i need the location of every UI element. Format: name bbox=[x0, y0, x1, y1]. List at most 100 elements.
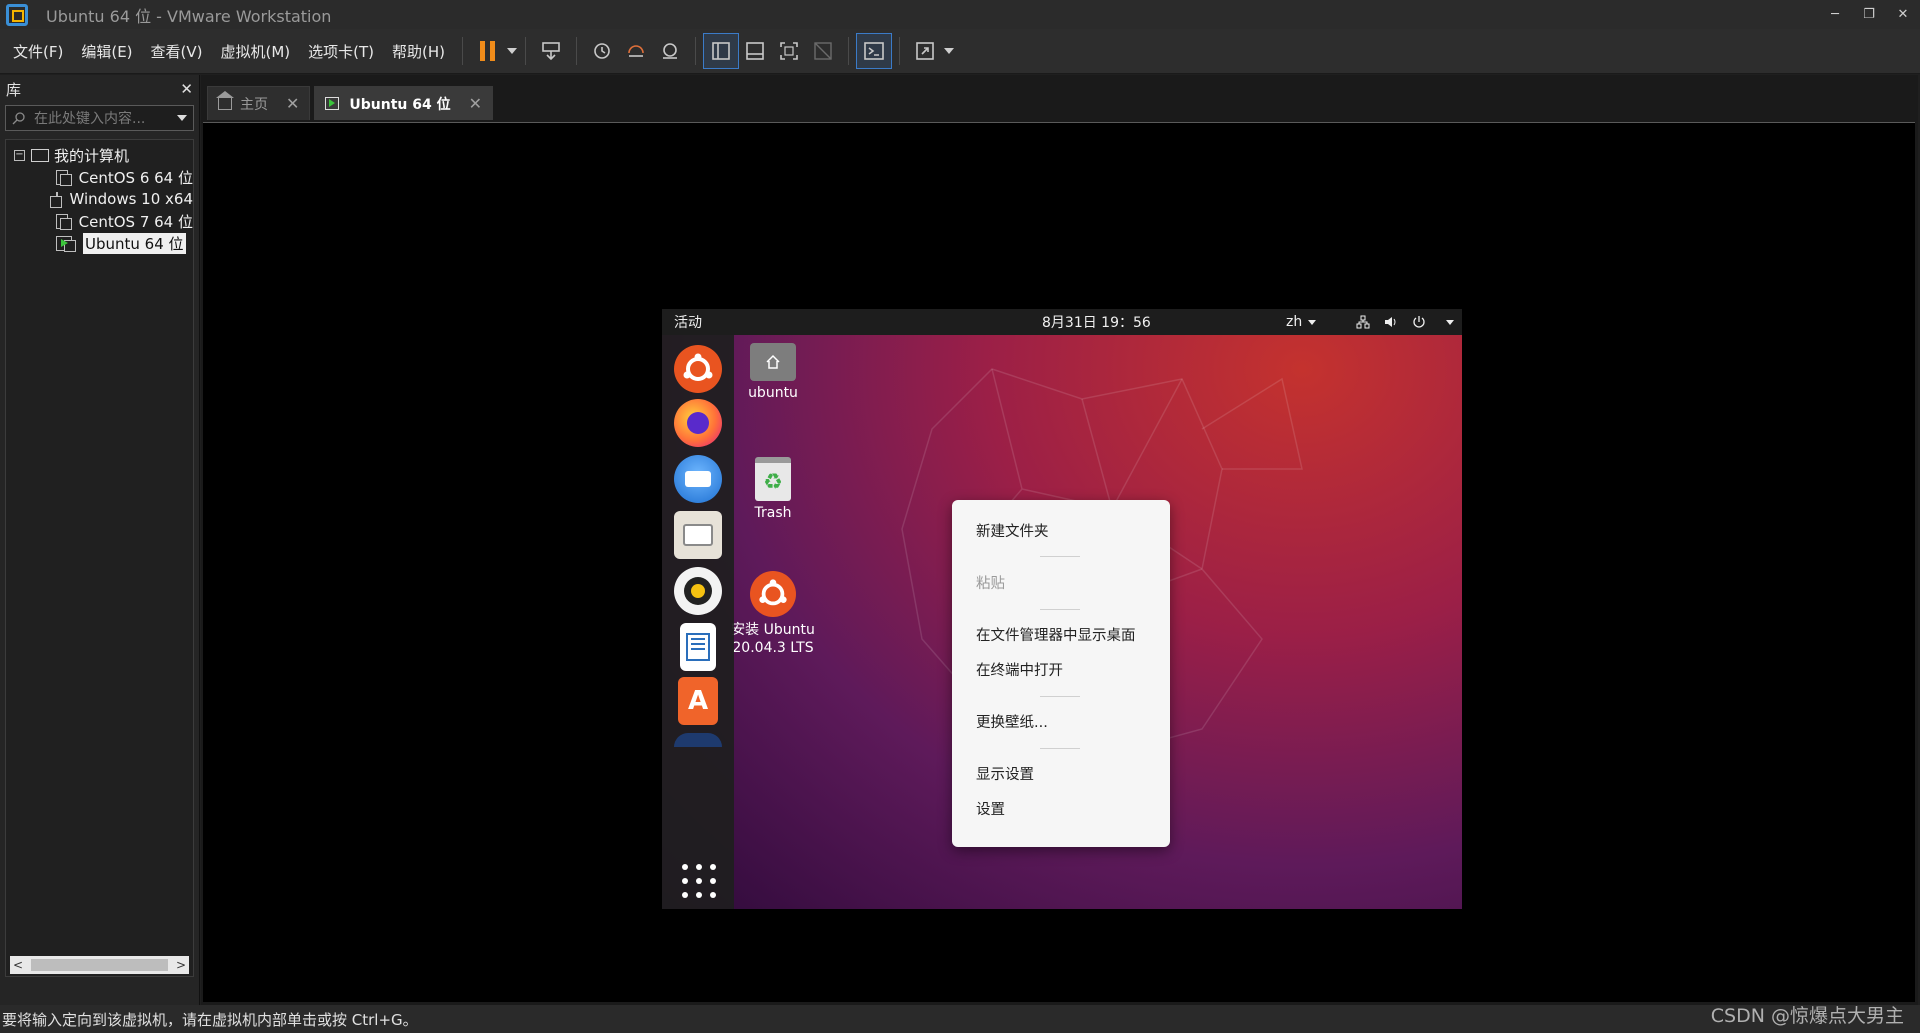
vm-icon bbox=[56, 169, 72, 186]
library-panel: 库 ✕ 在此处键入内容... − 我的计算机 CentOS 6 64 位 Win… bbox=[0, 75, 200, 1005]
menu-help[interactable]: 帮助(H) bbox=[383, 29, 454, 74]
library-view-button[interactable] bbox=[703, 33, 740, 69]
watermark-text: CSDN @惊爆点大男主 bbox=[1710, 1005, 1904, 1027]
thunderbird-icon[interactable] bbox=[674, 455, 722, 503]
revert-snapshot-button[interactable] bbox=[619, 34, 653, 68]
menu-change-background[interactable]: 更换壁纸... bbox=[976, 711, 1048, 732]
system-tray[interactable] bbox=[1356, 315, 1454, 329]
close-window-button[interactable]: ✕ bbox=[1886, 0, 1920, 29]
fullscreen-button[interactable] bbox=[772, 34, 806, 68]
vm-console[interactable]: 活动 8月31日 19：56 zh A ubuntu ♻ Trash 安装 Ub… bbox=[203, 122, 1915, 1002]
vm-label: Ubuntu 64 位 bbox=[83, 232, 186, 254]
toolbar-separator bbox=[462, 37, 464, 65]
pause-dropdown-arrow-icon[interactable] bbox=[507, 48, 518, 54]
tab-bar: 主页 ✕ Ubuntu 64 位 ✕ bbox=[201, 75, 1918, 120]
tree-item-vm[interactable]: CentOS 7 64 位 bbox=[6, 210, 193, 232]
stretch-dropdown-arrow-icon[interactable] bbox=[944, 48, 955, 54]
vm-running-icon bbox=[325, 97, 340, 110]
stretch-icon bbox=[916, 42, 934, 60]
activities-button[interactable]: 活动 bbox=[674, 312, 702, 332]
home-icon bbox=[216, 90, 234, 110]
language-indicator: zh bbox=[1286, 314, 1303, 330]
send-ctrl-alt-del-button[interactable] bbox=[534, 34, 568, 68]
scroll-left-button[interactable]: < bbox=[13, 958, 23, 972]
ubuntu-desktop[interactable]: 活动 8月31日 19：56 zh A ubuntu ♻ Trash 安装 Ub… bbox=[662, 309, 1462, 909]
menu-tabs[interactable]: 选项卡(T) bbox=[299, 29, 383, 74]
snapshot-manager-button[interactable] bbox=[653, 34, 687, 68]
menu-view[interactable]: 查看(V) bbox=[142, 29, 212, 74]
tree-item-vm[interactable]: Windows 10 x64 bbox=[6, 188, 193, 210]
ubuntu-installer-icon[interactable] bbox=[674, 345, 722, 393]
library-search-input[interactable]: 在此处键入内容... bbox=[5, 105, 194, 131]
input-method-button[interactable]: zh bbox=[1286, 314, 1317, 330]
menu-display-settings[interactable]: 显示设置 bbox=[976, 763, 1034, 784]
search-dropdown-arrow-icon[interactable] bbox=[177, 115, 187, 121]
chevron-down-icon bbox=[1308, 319, 1317, 325]
tree-item-vm-selected[interactable]: Ubuntu 64 位 bbox=[6, 232, 193, 254]
pause-icon bbox=[480, 41, 496, 61]
library-close-button[interactable]: ✕ bbox=[180, 80, 193, 98]
menu-new-folder[interactable]: 新建文件夹 bbox=[976, 520, 1049, 541]
software-center-icon[interactable]: A bbox=[678, 677, 718, 725]
content-area: 主页 ✕ Ubuntu 64 位 ✕ 活动 8月31日 19：56 zh A u… bbox=[201, 75, 1918, 1005]
desktop-icon-trash[interactable]: ♻ Trash bbox=[718, 457, 828, 521]
console-view-button[interactable] bbox=[856, 33, 893, 69]
thumbnail-view-icon bbox=[746, 42, 764, 60]
files-icon[interactable] bbox=[674, 511, 722, 559]
menu-separator bbox=[1040, 696, 1080, 697]
window-title: Ubuntu 64 位 - VMware Workstation bbox=[46, 6, 332, 26]
tab-home[interactable]: 主页 ✕ bbox=[207, 86, 311, 120]
menu-open-in-terminal[interactable]: 在终端中打开 bbox=[976, 659, 1063, 680]
tab-ubuntu[interactable]: Ubuntu 64 位 ✕ bbox=[314, 86, 494, 120]
title-bar: Ubuntu 64 位 - VMware Workstation ─ ❐ ✕ bbox=[0, 0, 1920, 29]
tab-close-button[interactable]: ✕ bbox=[469, 94, 482, 113]
tree-item-vm[interactable]: CentOS 6 64 位 bbox=[6, 166, 193, 188]
libreoffice-writer-icon[interactable] bbox=[680, 623, 716, 671]
take-snapshot-button[interactable] bbox=[585, 34, 619, 68]
desktop-icon-home[interactable]: ubuntu bbox=[718, 343, 828, 401]
menu-paste: 粘贴 bbox=[976, 576, 1005, 592]
desktop-icon-label: Trash bbox=[754, 505, 792, 521]
collapse-toggle-icon[interactable]: − bbox=[14, 149, 25, 161]
search-placeholder: 在此处键入内容... bbox=[34, 111, 146, 127]
tree-root-label: 我的计算机 bbox=[54, 146, 130, 165]
tab-close-button[interactable]: ✕ bbox=[286, 94, 299, 113]
menu-vm[interactable]: 虚拟机(M) bbox=[212, 29, 300, 74]
menu-show-desktop-in-files[interactable]: 在文件管理器中显示桌面 bbox=[976, 624, 1136, 645]
desktop-icon-install-ubuntu[interactable]: 安装 Ubuntu 20.04.3 LTS bbox=[718, 571, 828, 657]
toolbar-separator bbox=[695, 37, 697, 65]
unity-button[interactable] bbox=[806, 34, 840, 68]
scroll-thumb[interactable] bbox=[31, 959, 168, 971]
library-view-icon bbox=[712, 42, 730, 60]
clock[interactable]: 8月31日 19：56 bbox=[1042, 312, 1151, 332]
restore-button[interactable]: ❐ bbox=[1852, 0, 1886, 29]
vm-icon bbox=[49, 191, 64, 208]
stretch-guest-button[interactable] bbox=[908, 34, 942, 68]
menu-settings[interactable]: 设置 bbox=[976, 798, 1005, 819]
power-icon bbox=[1413, 316, 1425, 328]
library-horizontal-scrollbar[interactable]: < > bbox=[10, 956, 189, 974]
status-bar: 要将输入定向到该虚拟机，请在虚拟机内部单击或按 Ctrl+G。 bbox=[0, 1005, 1920, 1033]
help-icon[interactable] bbox=[674, 733, 722, 747]
thumbnail-view-button[interactable] bbox=[738, 34, 772, 68]
status-text: 要将输入定向到该虚拟机，请在虚拟机内部单击或按 Ctrl+G。 bbox=[2, 1010, 418, 1029]
chevron-down-icon bbox=[1446, 319, 1454, 325]
rhythmbox-icon[interactable] bbox=[674, 567, 722, 615]
revert-snapshot-icon bbox=[628, 45, 644, 57]
search-icon bbox=[12, 112, 25, 125]
tree-root-my-computer[interactable]: − 我的计算机 bbox=[6, 144, 193, 166]
menu-separator bbox=[1040, 609, 1080, 610]
minimize-button[interactable]: ─ bbox=[1818, 0, 1852, 29]
menu-edit[interactable]: 编辑(E) bbox=[72, 29, 141, 74]
fullscreen-icon bbox=[780, 42, 798, 60]
menu-file[interactable]: 文件(F) bbox=[4, 29, 72, 74]
scroll-right-button[interactable]: > bbox=[176, 958, 186, 972]
computer-icon bbox=[31, 148, 49, 162]
toolbar-separator bbox=[576, 37, 578, 65]
show-apps-icon[interactable] bbox=[682, 864, 716, 898]
pause-button[interactable] bbox=[471, 34, 505, 68]
gnome-top-bar: 活动 8月31日 19：56 zh bbox=[662, 309, 1462, 335]
firefox-icon[interactable] bbox=[674, 399, 722, 447]
menu-separator bbox=[1040, 748, 1080, 749]
ubuntu-dock: A bbox=[662, 335, 734, 909]
